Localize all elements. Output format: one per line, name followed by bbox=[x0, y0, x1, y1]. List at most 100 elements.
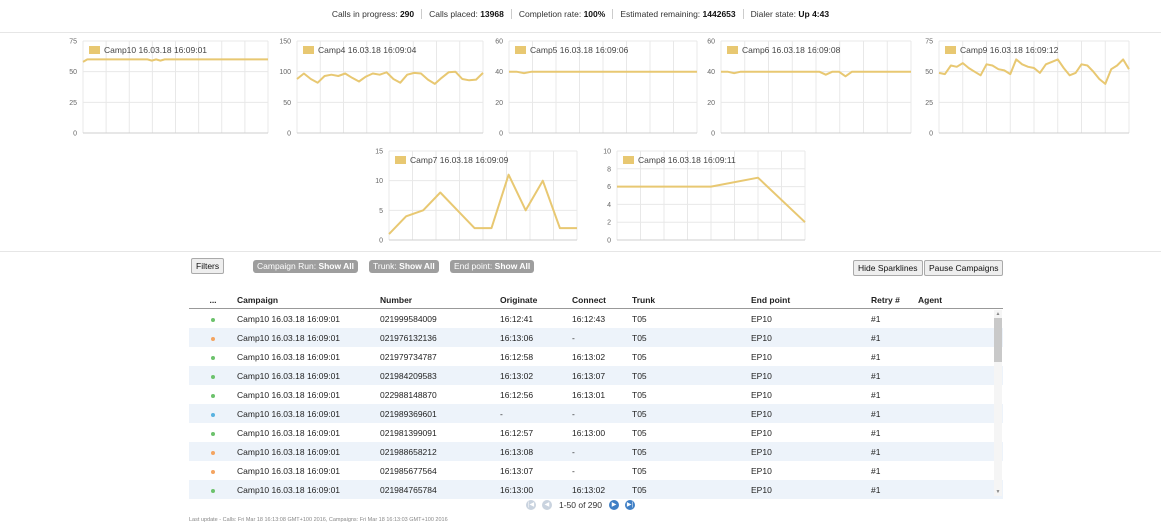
sparkline-chart: 0 20 40 60 Camp6 16.03.18 16:09:08 bbox=[699, 35, 912, 138]
y-tick-label: 75 bbox=[69, 39, 77, 46]
table-row[interactable]: Camp10 16.03.18 16:09:01 021989369601 - - T0… bbox=[189, 404, 1003, 423]
scrollbar-thumb[interactable] bbox=[994, 318, 1002, 362]
call-status-icon bbox=[211, 317, 215, 322]
cell-number: 022988148870 bbox=[380, 389, 437, 400]
cell-connect: 16:12:43 bbox=[572, 313, 606, 324]
pause-campaigns-button[interactable]: Pause Campaigns bbox=[924, 260, 1004, 276]
cell-originate: 16:12:58 bbox=[500, 351, 534, 362]
cell-originate: 16:12:57 bbox=[500, 427, 534, 438]
sparkline-svg: 0 20 40 60 Camp6 16.03.18 16:09:08 bbox=[707, 39, 912, 138]
legend-swatch bbox=[727, 46, 738, 54]
cell-campaign: Camp10 16.03.18 16:09:01 bbox=[237, 484, 341, 495]
y-tick-label: 25 bbox=[69, 100, 77, 107]
table-row[interactable]: Camp10 16.03.18 16:09:01 021984209583 16:1… bbox=[189, 366, 1003, 385]
cell-retry: #1 bbox=[871, 408, 881, 419]
end-point-filter[interactable]: End point: Show All bbox=[450, 260, 535, 273]
cell-trunk: T05 bbox=[632, 446, 647, 457]
call-status-icon bbox=[211, 450, 215, 455]
call-status-icon bbox=[211, 336, 215, 341]
column-header-agent[interactable]: Agent bbox=[918, 293, 988, 308]
column-header-originate[interactable]: Originate bbox=[500, 293, 572, 308]
table-row[interactable]: Camp10 16.03.18 16:09:01 021988658212 16:1… bbox=[189, 442, 1003, 461]
column-header-menu[interactable]: ... bbox=[189, 293, 237, 308]
table-row[interactable]: Camp10 16.03.18 16:09:01 021981399091 16:1… bbox=[189, 423, 1003, 442]
call-status-icon bbox=[211, 355, 215, 360]
cell-originate: 16:13:00 bbox=[500, 484, 534, 495]
first-page-icon[interactable]: |◀ bbox=[525, 500, 536, 510]
sparkline-svg: 0 20 40 60 Camp5 16.03.18 16:09:06 bbox=[495, 39, 698, 138]
cell-end-point: EP10 bbox=[751, 370, 772, 381]
y-tick-label: 40 bbox=[707, 69, 715, 76]
hide-sparklines-button[interactable]: Hide Sparklines bbox=[853, 260, 923, 276]
call-status-icon bbox=[211, 374, 215, 379]
legend-swatch bbox=[89, 46, 100, 54]
prev-page-icon[interactable]: ◀ bbox=[541, 500, 552, 510]
cell-connect: - bbox=[572, 408, 575, 419]
table-row[interactable]: Camp10 16.03.18 16:09:01 021984765784 16:1… bbox=[189, 480, 1003, 499]
column-header-campaign[interactable]: Campaign bbox=[237, 293, 380, 308]
dialer-status-bar: Calls in progress: 290 Calls placed: 139… bbox=[0, 0, 1161, 28]
cell-number: 021984765784 bbox=[380, 484, 437, 495]
cell-connect: - bbox=[572, 332, 575, 343]
sparkline-chart: 0 50 100 150 Camp4 16.03.18 16:09:04 bbox=[275, 35, 484, 138]
y-tick-label: 4 bbox=[607, 202, 611, 209]
table-row[interactable]: Camp10 16.03.18 16:09:01 021979734787 16:1… bbox=[189, 347, 1003, 366]
sparkline-svg: 0 2 4 6 8 10 Camp8 16.03.18 16:09:11 bbox=[603, 149, 806, 245]
cell-end-point: EP10 bbox=[751, 332, 772, 343]
cell-connect: - bbox=[572, 465, 575, 476]
status-dot bbox=[189, 352, 237, 362]
y-tick-label: 50 bbox=[283, 100, 291, 107]
cell-trunk: T05 bbox=[632, 427, 647, 438]
trunk-filter[interactable]: Trunk: Show All bbox=[369, 260, 439, 273]
sparkline-svg: 0 25 50 75 Camp10 16.03.18 16:09:01 bbox=[69, 39, 269, 138]
y-tick-label: 50 bbox=[69, 69, 77, 76]
cell-originate: - bbox=[500, 408, 503, 419]
cell-retry: #1 bbox=[871, 351, 881, 362]
cell-number: 021985677564 bbox=[380, 465, 437, 476]
page-range: 1-50 of 290 bbox=[558, 500, 602, 510]
table-scrollbar[interactable]: ▲ ▼ bbox=[994, 310, 1002, 496]
table-body: Camp10 16.03.18 16:09:01 021999584009 16:1… bbox=[189, 309, 1003, 499]
y-tick-label: 0 bbox=[929, 131, 933, 138]
legend-label: Camp9 16.03.18 16:09:12 bbox=[960, 45, 1059, 55]
cell-trunk: T05 bbox=[632, 370, 647, 381]
column-header-connect[interactable]: Connect bbox=[572, 293, 632, 308]
y-tick-label: 20 bbox=[707, 100, 715, 107]
scroll-down-icon[interactable]: ▼ bbox=[994, 488, 1002, 496]
table-row[interactable]: Camp10 16.03.18 16:09:01 022988148870 16:1… bbox=[189, 385, 1003, 404]
cell-retry: #1 bbox=[871, 446, 881, 457]
cell-end-point: EP10 bbox=[751, 389, 772, 400]
last-update-text: Last update - Calls: Fri Mar 18 16:13:08… bbox=[189, 517, 448, 523]
column-header-trunk[interactable]: Trunk bbox=[632, 293, 751, 308]
legend-swatch bbox=[623, 156, 634, 164]
y-tick-label: 60 bbox=[707, 39, 715, 46]
cell-trunk: T05 bbox=[632, 332, 647, 343]
cell-retry: #1 bbox=[871, 370, 881, 381]
table-row[interactable]: Camp10 16.03.18 16:09:01 021976132136 16:1… bbox=[189, 328, 1003, 347]
y-tick-label: 0 bbox=[607, 238, 611, 245]
y-tick-label: 50 bbox=[925, 69, 933, 76]
cell-trunk: T05 bbox=[632, 313, 647, 324]
call-status-icon bbox=[211, 431, 215, 436]
column-header-retry[interactable]: Retry # bbox=[871, 293, 918, 308]
table-row[interactable]: Camp10 16.03.18 16:09:01 021985677564 16:1… bbox=[189, 461, 1003, 480]
cell-trunk: T05 bbox=[632, 351, 647, 362]
last-page-icon[interactable]: ▶| bbox=[625, 500, 635, 510]
scroll-up-icon[interactable]: ▲ bbox=[994, 310, 1002, 318]
cell-connect: 16:13:00 bbox=[572, 427, 606, 438]
calls-table: ... Campaign Number Originate Connect Tr… bbox=[189, 293, 1003, 499]
cell-retry: #1 bbox=[871, 313, 881, 324]
cell-retry: #1 bbox=[871, 484, 881, 495]
next-page-icon[interactable]: ▶ bbox=[609, 500, 619, 510]
table-row[interactable]: Camp10 16.03.18 16:09:01 021999584009 16:1… bbox=[189, 309, 1003, 328]
column-header-number[interactable]: Number bbox=[380, 293, 500, 308]
cell-trunk: T05 bbox=[632, 484, 647, 495]
campaign-run-filter[interactable]: Campaign Run: Show All bbox=[253, 260, 359, 273]
legend-label: Camp4 16.03.18 16:09:04 bbox=[318, 45, 417, 55]
cell-campaign: Camp10 16.03.18 16:09:01 bbox=[237, 465, 341, 476]
cell-retry: #1 bbox=[871, 332, 881, 343]
legend-swatch bbox=[945, 46, 956, 54]
column-header-end-point[interactable]: End point bbox=[751, 293, 871, 308]
filters-button[interactable]: Filters bbox=[191, 258, 225, 274]
sparkline-chart: 0 25 50 75 Camp10 16.03.18 16:09:01 bbox=[61, 35, 269, 138]
